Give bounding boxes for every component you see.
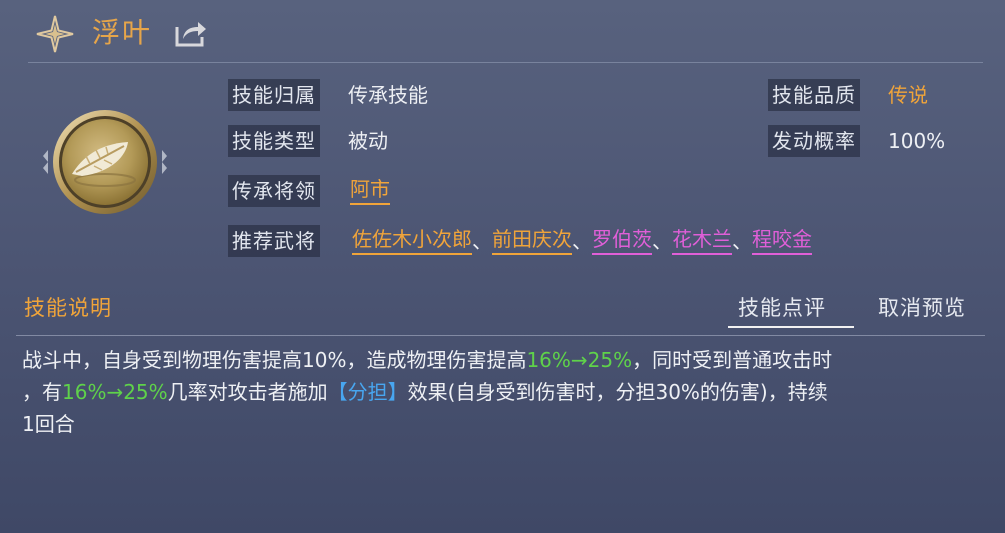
- skill-quality-value: 传说: [888, 83, 928, 107]
- value-range-highlight: 16%→25%: [526, 348, 633, 372]
- header-divider: [28, 62, 983, 63]
- skill-type-value: 被动: [348, 129, 388, 153]
- skill-quality-label: 技能品质: [768, 79, 860, 111]
- description-line: ，有16%→25%几率对攻击者施加【分担】效果(自身受到伤害时，分担30%的伤害…: [22, 380, 828, 404]
- recommended-general-link[interactable]: 程咬金: [752, 225, 812, 255]
- list-separator: 、: [572, 229, 592, 253]
- recommended-general-link[interactable]: 罗伯茨: [592, 225, 652, 255]
- skill-name: 浮叶: [92, 16, 153, 49]
- list-separator: 、: [652, 229, 672, 253]
- leaf-skill-emblem: [43, 110, 167, 214]
- list-separator: 、: [732, 229, 752, 253]
- skill-detail-panel: 浮叶 技能归属 传承技能 技能品质 传说 技能类型 被动 发动概率 100% 传…: [0, 0, 1005, 533]
- trigger-chance-label: 发动概率: [768, 125, 860, 157]
- description-line: 1回合: [22, 412, 75, 436]
- value-range-highlight: 16%→25%: [62, 380, 168, 404]
- skill-type-label: 技能类型: [228, 125, 320, 157]
- tab-skill-review[interactable]: 技能点评: [738, 292, 826, 322]
- recommended-generals-label: 推荐武将: [228, 225, 320, 257]
- recommended-general-link[interactable]: 花木兰: [672, 225, 732, 255]
- skill-belong-value: 传承技能: [348, 83, 428, 107]
- four-point-star-icon: [36, 15, 74, 53]
- recommended-generals-list: 佐佐木小次郎 、 前田庆次 、 罗伯茨 、 花木兰 、 程咬金: [352, 225, 812, 257]
- section-divider: [16, 335, 985, 336]
- inherit-general-label: 传承将领: [228, 175, 320, 207]
- tab-active-indicator: [728, 326, 854, 328]
- inherit-general-link[interactable]: 阿市: [350, 175, 390, 205]
- skill-description-title: 技能说明: [24, 296, 112, 320]
- recommended-general-link[interactable]: 前田庆次: [492, 225, 572, 255]
- share-icon[interactable]: [174, 18, 208, 48]
- recommended-general-link[interactable]: 佐佐木小次郎: [352, 225, 472, 255]
- description-line: 战斗中，自身受到物理伤害提高10%，造成物理伤害提高16%→25%，同时受到普通…: [22, 348, 833, 372]
- header: 浮叶: [0, 0, 1005, 66]
- cancel-preview-button[interactable]: 取消预览: [878, 292, 966, 322]
- status-effect-keyword[interactable]: 【分担】: [328, 380, 408, 404]
- list-separator: 、: [472, 229, 492, 253]
- skill-description-text: 战斗中，自身受到物理伤害提高10%，造成物理伤害提高16%→25%，同时受到普通…: [22, 344, 987, 440]
- trigger-chance-value: 100%: [888, 129, 946, 153]
- skill-belong-label: 技能归属: [228, 79, 320, 111]
